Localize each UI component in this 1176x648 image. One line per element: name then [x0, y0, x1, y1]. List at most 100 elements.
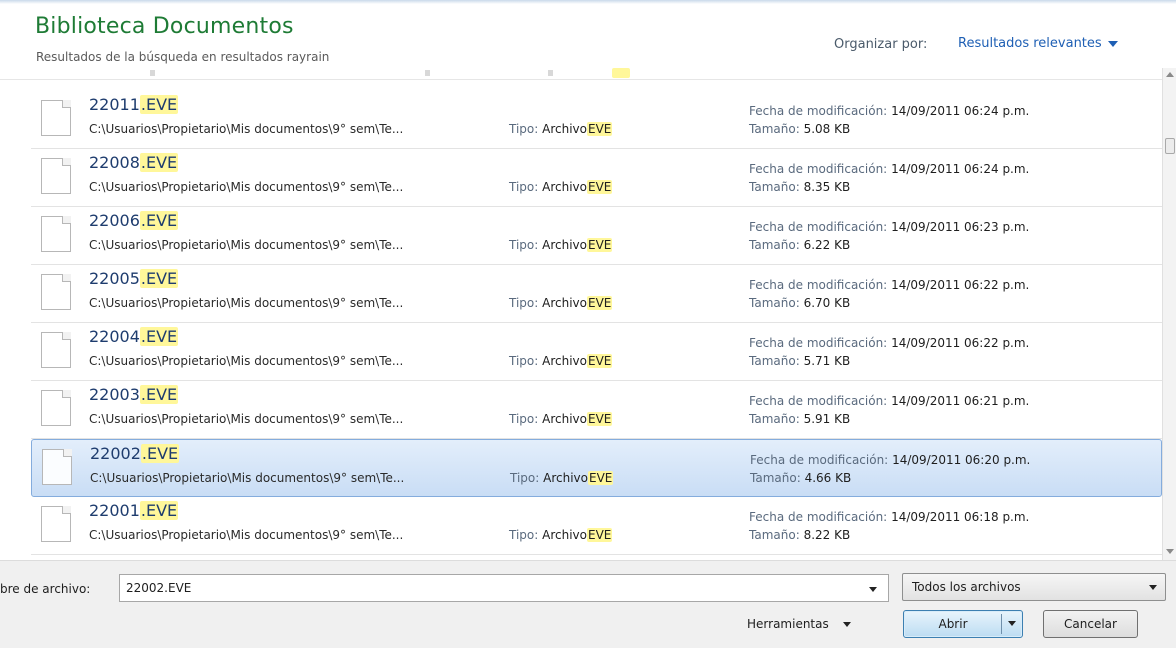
file-type: Tipo: ArchivoEVE: [509, 122, 613, 136]
file-icon-fold: [62, 216, 71, 224]
file-row[interactable]: 22003.EVE C:\Usuarios\Propietario\Mis doc…: [31, 381, 1162, 439]
file-name: 22004.EVE: [89, 327, 179, 346]
type-label: Tipo:: [509, 122, 539, 136]
open-options-chevron-icon[interactable]: [1008, 621, 1016, 626]
file-base-name: 22005: [89, 269, 140, 288]
type-extension-highlight: EVE: [586, 412, 613, 426]
size-value: 4.66 KB: [804, 471, 852, 485]
size-label: Tamaño:: [749, 354, 800, 368]
type-prefix: Archivo: [542, 238, 587, 252]
file-size: Tamaño: 4.66 KB: [750, 471, 851, 485]
open-button[interactable]: Abrir: [903, 610, 1023, 638]
file-name: 22005.EVE: [89, 269, 179, 288]
scroll-thumb[interactable]: [1165, 138, 1175, 154]
file-path: C:\Usuarios\Propietario\Mis documentos\9…: [89, 354, 404, 368]
arrange-by-label: Organizar por:: [834, 37, 928, 52]
size-value: 6.70 KB: [803, 296, 851, 310]
arrange-by-dropdown[interactable]: Resultados relevantes: [958, 36, 1118, 51]
modified-value: 14/09/2011 06:18 p.m.: [891, 510, 1030, 524]
vertical-scrollbar[interactable]: [1162, 68, 1176, 560]
type-extension-highlight: EVE: [586, 296, 613, 310]
scroll-up-arrow-icon[interactable]: [1166, 72, 1174, 77]
file-size: Tamaño: 5.71 KB: [749, 354, 850, 368]
open-button-divider: [1001, 614, 1002, 634]
file-base-name: 22001: [89, 501, 140, 520]
type-label: Tipo:: [509, 354, 539, 368]
file-base-name: 22002: [90, 444, 141, 463]
size-label: Tamaño:: [749, 180, 800, 194]
modified-label: Fecha de modificación:: [749, 104, 888, 118]
file-path: C:\Usuarios\Propietario\Mis documentos\9…: [89, 296, 404, 310]
file-base-name: 22011: [89, 95, 140, 114]
tools-menu-button[interactable]: Herramientas: [747, 617, 851, 631]
file-row[interactable]: 22004.EVE C:\Usuarios\Propietario\Mis doc…: [31, 323, 1162, 381]
filename-input[interactable]: [119, 574, 889, 602]
dialog-footer: bre de archivo: Todos los archivos Herra…: [0, 560, 1176, 648]
modified-label: Fecha de modificación:: [750, 453, 889, 467]
file-extension-highlight: .EVE: [139, 501, 179, 520]
scroll-down-arrow-icon[interactable]: [1166, 549, 1174, 554]
type-label: Tipo:: [509, 528, 539, 542]
file-extension-highlight: .EVE: [140, 444, 180, 463]
size-label: Tamaño:: [749, 238, 800, 252]
modified-value: 14/09/2011 06:20 p.m.: [892, 453, 1031, 467]
file-type-filter-select[interactable]: Todos los archivos: [902, 573, 1166, 601]
type-label: Tipo:: [509, 238, 539, 252]
type-label: Tipo:: [509, 180, 539, 194]
type-extension-highlight: EVE: [586, 122, 613, 136]
type-prefix: Archivo: [542, 412, 587, 426]
size-value: 8.35 KB: [803, 180, 851, 194]
file-extension-highlight: .EVE: [139, 95, 179, 114]
file-path: C:\Usuarios\Propietario\Mis documentos\9…: [89, 412, 404, 426]
file-row[interactable]: 22005.EVE C:\Usuarios\Propietario\Mis doc…: [31, 265, 1162, 323]
file-row[interactable]: 22011.EVE C:\Usuarios\Propietario\Mis doc…: [31, 91, 1162, 149]
file-name: 22003.EVE: [89, 385, 179, 404]
file-size: Tamaño: 5.08 KB: [749, 122, 850, 136]
cancel-button[interactable]: Cancelar: [1043, 610, 1138, 638]
file-size: Tamaño: 8.35 KB: [749, 180, 850, 194]
partial-row-highlight: [612, 68, 630, 78]
size-label: Tamaño:: [750, 471, 801, 485]
modified-value: 14/09/2011 06:23 p.m.: [891, 220, 1030, 234]
arrange-by-value: Resultados relevantes: [958, 36, 1102, 51]
file-type: Tipo: ArchivoEVE: [509, 354, 613, 368]
file-row[interactable]: 22006.EVE C:\Usuarios\Propietario\Mis doc…: [31, 207, 1162, 265]
file-modified: Fecha de modificación: 14/09/2011 06:18 …: [749, 510, 1029, 524]
modified-value: 14/09/2011 06:21 p.m.: [891, 394, 1030, 408]
file-row[interactable]: 22002.EVE C:\Usuarios\Propietario\Mis doc…: [31, 439, 1162, 497]
size-value: 5.71 KB: [803, 354, 851, 368]
file-modified: Fecha de modificación: 14/09/2011 06:23 …: [749, 220, 1029, 234]
file-modified: Fecha de modificación: 14/09/2011 06:22 …: [749, 336, 1029, 350]
file-name: 22001.EVE: [89, 501, 179, 520]
file-path: C:\Usuarios\Propietario\Mis documentos\9…: [89, 122, 404, 136]
file-row[interactable]: 22008.EVE C:\Usuarios\Propietario\Mis doc…: [31, 149, 1162, 207]
file-icon-fold: [62, 274, 71, 282]
chevron-down-icon: [869, 587, 877, 592]
file-rows: 22011.EVE C:\Usuarios\Propietario\Mis doc…: [31, 91, 1162, 555]
modified-label: Fecha de modificación:: [749, 336, 888, 350]
open-button-label: Abrir: [938, 617, 968, 631]
modified-label: Fecha de modificación:: [749, 220, 888, 234]
size-label: Tamaño:: [749, 528, 800, 542]
file-extension-highlight: .EVE: [139, 269, 179, 288]
modified-value: 14/09/2011 06:24 p.m.: [891, 162, 1030, 176]
file-extension-highlight: .EVE: [139, 153, 179, 172]
type-prefix: Archivo: [542, 296, 587, 310]
modified-label: Fecha de modificación:: [749, 162, 888, 176]
type-prefix: Archivo: [542, 354, 587, 368]
type-prefix: Archivo: [542, 528, 587, 542]
file-list[interactable]: 22011.EVE C:\Usuarios\Propietario\Mis doc…: [0, 68, 1162, 560]
file-type-filter-value: Todos los archivos: [912, 580, 1021, 594]
file-base-name: 22003: [89, 385, 140, 404]
file-icon-fold: [62, 390, 71, 398]
filename-history-dropdown[interactable]: [862, 578, 886, 600]
file-row[interactable]: 22001.EVE C:\Usuarios\Propietario\Mis doc…: [31, 497, 1162, 555]
chevron-down-icon: [842, 621, 851, 627]
file-type: Tipo: ArchivoEVE: [509, 412, 613, 426]
file-type: Tipo: ArchivoEVE: [510, 471, 614, 485]
type-prefix: Archivo: [542, 180, 587, 194]
type-prefix: Archivo: [542, 122, 587, 136]
type-label: Tipo:: [509, 296, 539, 310]
type-extension-highlight: EVE: [586, 238, 613, 252]
file-modified: Fecha de modificación: 14/09/2011 06:20 …: [750, 453, 1030, 467]
